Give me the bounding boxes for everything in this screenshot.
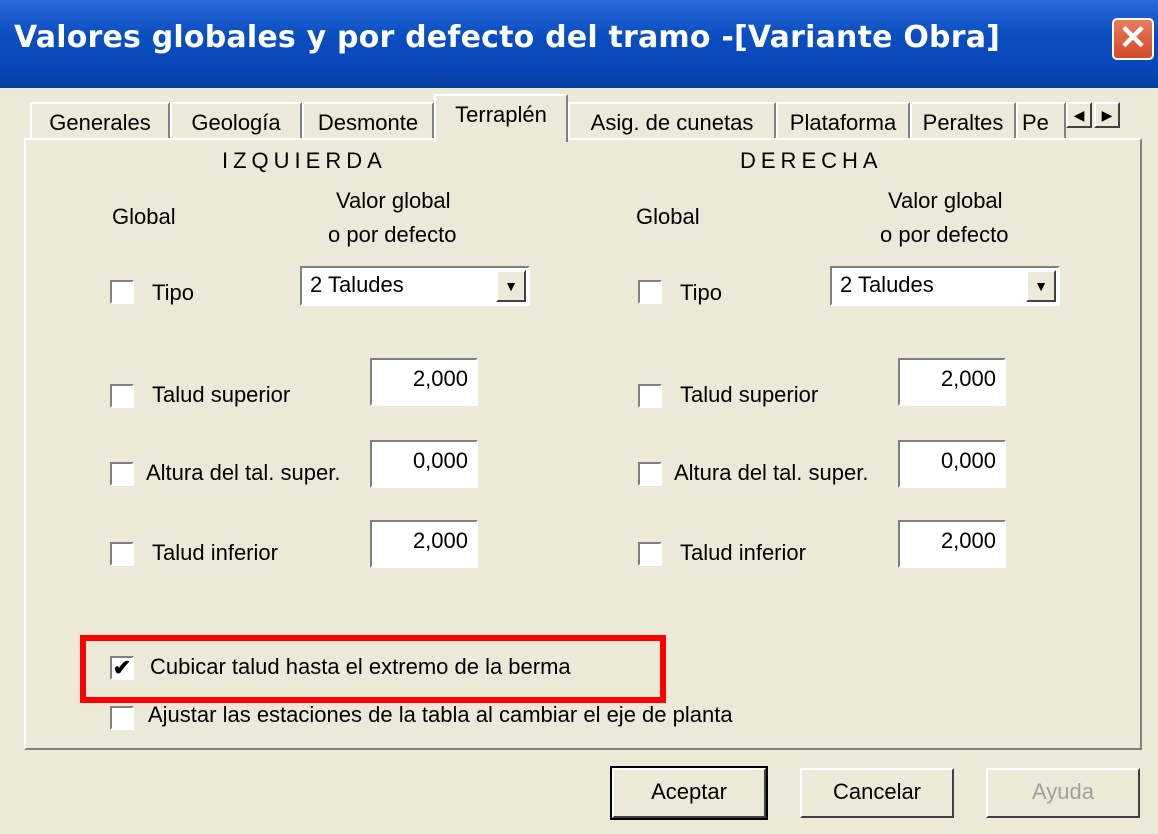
cancel-button[interactable]: Cancelar — [800, 768, 954, 818]
ajustar-label: Ajustar las estaciones de la tabla al ca… — [148, 702, 733, 727]
right-talud-inferior-label: Talud inferior — [680, 540, 806, 565]
right-global-label: Global — [636, 204, 700, 229]
right-talud-inferior-checkbox[interactable] — [638, 542, 662, 566]
left-tipo-label: Tipo — [152, 280, 194, 305]
accept-button[interactable]: Aceptar — [610, 766, 768, 820]
right-value-label-2: o por defecto — [880, 222, 1009, 247]
right-tipo-label: Tipo — [680, 280, 722, 305]
left-value-label-2: o por defecto — [328, 222, 457, 247]
tab-terraplen[interactable]: Terraplén — [434, 94, 568, 142]
left-global-label: Global — [112, 204, 176, 229]
left-talud-superior-input[interactable]: 2,000 — [370, 358, 478, 406]
tab-generales[interactable]: Generales — [30, 102, 170, 140]
left-talud-inferior-checkbox[interactable] — [110, 542, 134, 566]
left-talud-superior-checkbox[interactable] — [110, 384, 134, 408]
title-bar[interactable]: Valores globales y por defecto del tramo… — [0, 0, 1158, 88]
right-altura-input[interactable]: 0,000 — [898, 440, 1006, 488]
tab-peraltes[interactable]: Peraltes — [910, 102, 1016, 140]
right-altura-checkbox[interactable] — [638, 462, 662, 486]
left-value-label-1: Valor global — [336, 188, 451, 213]
tab-desmonte[interactable]: Desmonte — [302, 102, 434, 140]
left-heading: IZQUIERDA — [222, 148, 387, 173]
tab-scroll-left-icon[interactable]: ◀ — [1066, 102, 1092, 128]
left-altura-label: Altura del tal. super. — [146, 460, 341, 485]
tab-pe[interactable]: Pe — [1016, 102, 1066, 140]
left-talud-inferior-label: Talud inferior — [152, 540, 278, 565]
left-tipo-value: 2 Taludes — [310, 272, 404, 297]
left-tipo-select[interactable]: 2 Taludes ▼ — [300, 266, 530, 306]
right-talud-superior-label: Talud superior — [680, 382, 819, 407]
left-altura-checkbox[interactable] — [110, 462, 134, 486]
right-heading: DERECHA — [740, 148, 883, 173]
right-tipo-checkbox[interactable] — [638, 280, 662, 304]
right-talud-superior-input[interactable]: 2,000 — [898, 358, 1006, 406]
right-altura-label: Altura del tal. super. — [674, 460, 869, 485]
right-value-label-1: Valor global — [888, 188, 1003, 213]
help-button[interactable]: Ayuda — [986, 768, 1140, 818]
right-talud-inferior-input[interactable]: 2,000 — [898, 520, 1006, 568]
left-altura-input[interactable]: 0,000 — [370, 440, 478, 488]
right-talud-superior-checkbox[interactable] — [638, 384, 662, 408]
chevron-down-icon[interactable]: ▼ — [496, 270, 526, 302]
tab-asig-cunetas[interactable]: Asig. de cunetas — [568, 102, 776, 140]
window-title: Valores globales y por defecto del tramo… — [14, 20, 1001, 55]
chevron-down-icon[interactable]: ▼ — [1026, 270, 1056, 302]
close-icon[interactable]: ✕ — [1112, 18, 1154, 60]
right-tipo-value: 2 Taludes — [840, 272, 934, 297]
left-talud-superior-label: Talud superior — [152, 382, 291, 407]
tab-scroll-right-icon[interactable]: ▶ — [1094, 102, 1120, 128]
highlight-box — [80, 635, 666, 703]
tab-strip: Generales Geología Desmonte Terraplén As… — [30, 94, 1150, 142]
right-tipo-select[interactable]: 2 Taludes ▼ — [830, 266, 1060, 306]
ajustar-checkbox[interactable] — [110, 706, 134, 730]
tab-plataforma[interactable]: Plataforma — [776, 102, 910, 140]
left-tipo-checkbox[interactable] — [110, 280, 134, 304]
left-talud-inferior-input[interactable]: 2,000 — [370, 520, 478, 568]
tab-geologia[interactable]: Geología — [170, 102, 302, 140]
